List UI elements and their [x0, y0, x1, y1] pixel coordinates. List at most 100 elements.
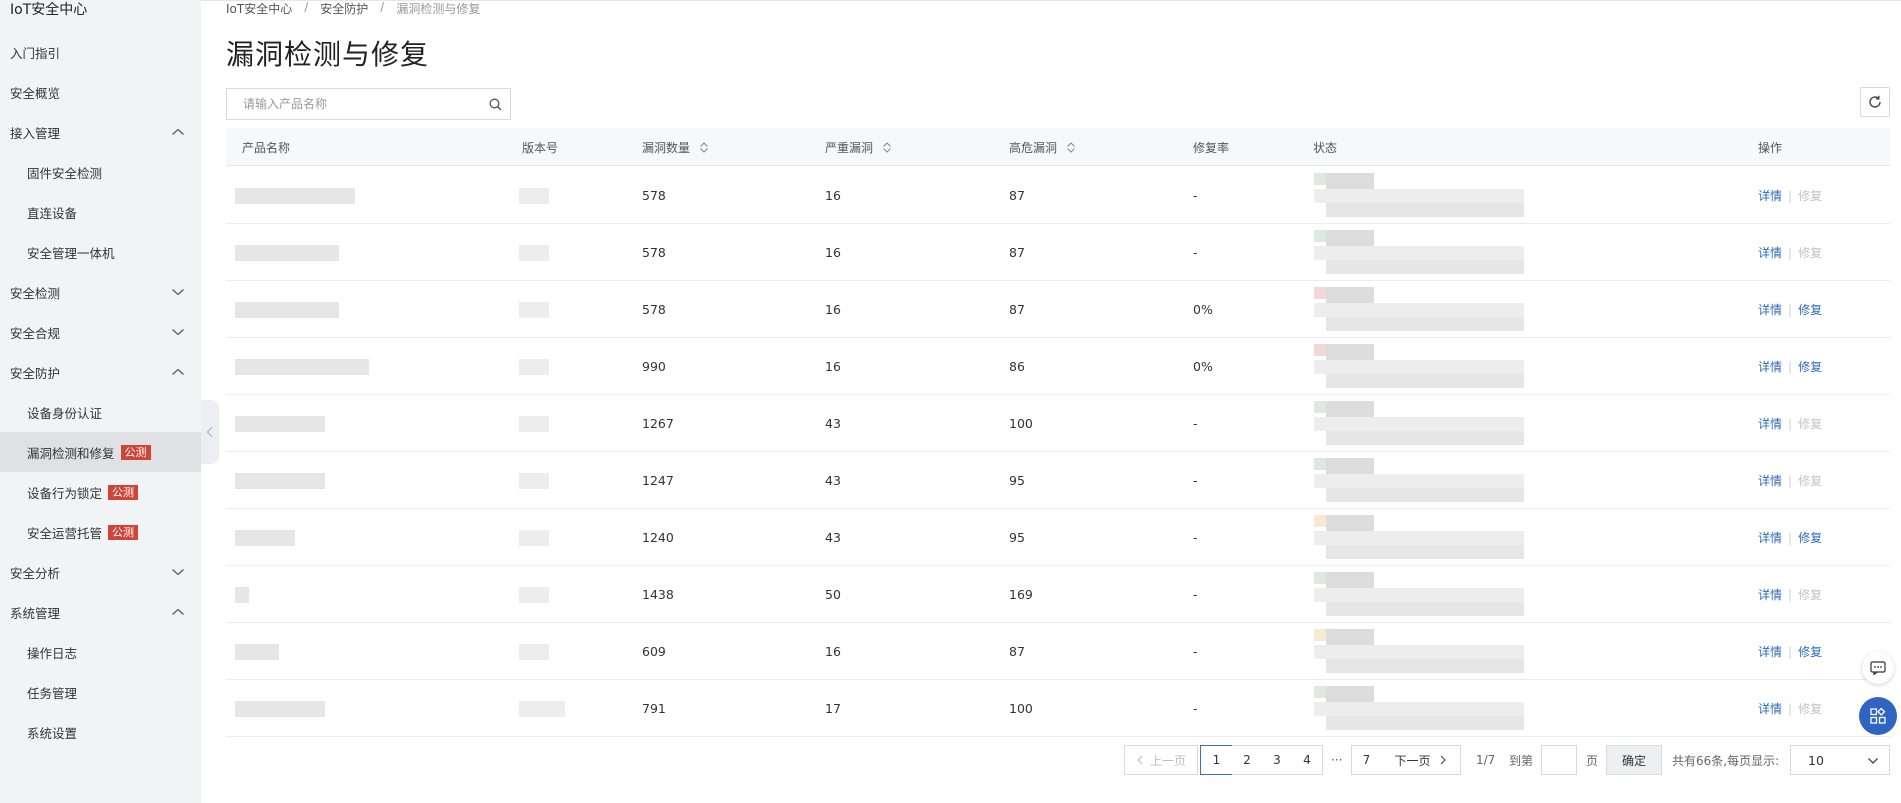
status-redacted-block — [1326, 515, 1374, 531]
sidebar-item[interactable]: 系统管理 — [0, 592, 201, 632]
sidebar-item[interactable]: 入门指引 — [0, 32, 201, 72]
sidebar-item[interactable]: 任务管理 — [0, 672, 201, 712]
page-button[interactable]: 3 — [1262, 745, 1293, 775]
status-redacted-block — [1314, 417, 1524, 431]
detail-link[interactable]: 详情 — [1758, 529, 1782, 546]
sort-icon[interactable] — [883, 141, 891, 153]
sidebar-item[interactable]: 漏洞检测和修复 公测 — [0, 432, 201, 472]
detail-link[interactable]: 详情 — [1758, 187, 1782, 204]
sidebar-item[interactable]: 设备行为锁定 公测 — [0, 472, 201, 512]
detail-link[interactable]: 详情 — [1758, 472, 1782, 489]
detail-link[interactable]: 详情 — [1758, 643, 1782, 660]
sidebar-item-label: 接入管理 — [10, 125, 61, 141]
sidebar-item[interactable]: 系统设置 — [0, 712, 201, 752]
cell-vuln-count: 1438 — [642, 587, 674, 602]
page-button[interactable]: 4 — [1292, 745, 1323, 775]
goto-confirm-button[interactable]: 确定 — [1606, 745, 1662, 775]
sort-icon[interactable] — [700, 141, 708, 153]
detail-link[interactable]: 详情 — [1758, 415, 1782, 432]
sidebar-item-label: 安全合规 — [10, 325, 61, 341]
status-redacted-block — [1314, 531, 1524, 545]
beta-badge: 公测 — [120, 444, 151, 460]
status-redacted-block — [1326, 203, 1524, 217]
fix-link[interactable]: 修复 — [1798, 529, 1822, 546]
sidebar-collapse-button[interactable] — [201, 400, 219, 464]
sidebar-item[interactable]: 安全检测 — [0, 272, 201, 312]
sidebar-item[interactable]: 安全分析 — [0, 552, 201, 592]
status-redacted-block — [1326, 629, 1374, 645]
sort-icon[interactable] — [1067, 141, 1075, 153]
chevron-down-icon — [1868, 758, 1878, 764]
fix-link: 修复 — [1798, 246, 1823, 260]
page-ellipsis[interactable]: ··· — [1331, 745, 1342, 775]
cell-fix-rate: - — [1193, 644, 1198, 659]
detail-link[interactable]: 详情 — [1758, 586, 1782, 603]
search-input[interactable] — [227, 89, 480, 119]
status-redacted-block — [1314, 629, 1326, 641]
sidebar-item[interactable]: 安全概览 — [0, 72, 201, 112]
column-header-critical[interactable]: 严重漏洞 — [825, 128, 891, 166]
refresh-button[interactable] — [1860, 87, 1890, 117]
product-name-redacted — [235, 188, 355, 204]
product-name-redacted — [235, 701, 325, 717]
sidebar-item[interactable]: 安全合规 — [0, 312, 201, 352]
page-button[interactable]: 2 — [1232, 745, 1263, 775]
table-row: 1247 43 95 - 详情 | 修复 — [226, 452, 1890, 509]
status-redacted-block — [1314, 189, 1524, 203]
sidebar: IoT安全中心 入门指引 安全概览 接入管理 固件安全检测 直连设备 安全管理一体机 安全检… — [0, 0, 201, 803]
detail-link[interactable]: 详情 — [1758, 358, 1782, 375]
row-actions: 详情 | 修复 — [1758, 680, 1822, 737]
sidebar-item-label: 安全防护 — [10, 365, 61, 381]
detail-link[interactable]: 详情 — [1758, 700, 1782, 717]
fix-link[interactable]: 修复 — [1798, 301, 1822, 318]
sidebar-item[interactable]: 固件安全检测 — [0, 152, 201, 192]
sidebar-item[interactable]: 操作日志 — [0, 632, 201, 672]
detail-link[interactable]: 详情 — [1758, 244, 1782, 261]
chat-button[interactable] — [1862, 652, 1894, 684]
page-button[interactable]: 1 — [1200, 745, 1233, 775]
breadcrumb-item[interactable]: IoT安全中心 — [226, 0, 292, 17]
chevron-up-icon — [172, 368, 184, 375]
next-page-button[interactable]: 下一页 — [1381, 745, 1461, 775]
cell-high: 100 — [1009, 416, 1033, 431]
table-row: 578 16 87 0% 详情 | 修复 — [226, 281, 1890, 338]
search-icon[interactable] — [480, 89, 510, 119]
product-name-redacted — [235, 644, 279, 660]
page-size-select[interactable]: 10 — [1790, 745, 1890, 775]
table-row: 791 17 100 - 详情 | 修复 — [226, 680, 1890, 737]
fix-link[interactable]: 修复 — [1798, 643, 1822, 660]
fix-link[interactable]: 修复 — [1798, 358, 1822, 375]
sidebar-item[interactable]: 设备身份认证 — [0, 392, 201, 432]
product-name-redacted — [235, 416, 325, 432]
prev-page-button[interactable]: 上一页 — [1124, 745, 1198, 775]
sidebar-item-label: 安全概览 — [10, 85, 61, 101]
column-header-vuln-count[interactable]: 漏洞数量 — [642, 128, 708, 166]
action-separator: | — [1788, 587, 1793, 602]
sidebar-item-label: 任务管理 — [27, 685, 78, 701]
detail-link[interactable]: 详情 — [1758, 301, 1782, 318]
version-redacted — [519, 245, 549, 261]
status-redacted-block — [1314, 401, 1326, 413]
page-button[interactable]: 7 — [1351, 745, 1382, 775]
status-redacted — [1314, 629, 1524, 675]
sidebar-item[interactable]: 安全防护 — [0, 352, 201, 392]
goto-page-input[interactable] — [1542, 746, 1576, 774]
sidebar-item[interactable]: 安全管理一体机 — [0, 232, 201, 272]
cell-vuln-count: 791 — [642, 701, 666, 716]
column-header-high[interactable]: 高危漏洞 — [1009, 128, 1075, 166]
version-redacted — [519, 701, 565, 717]
sidebar-item[interactable]: 直连设备 — [0, 192, 201, 232]
chevron-left-icon — [1137, 755, 1143, 765]
apps-button[interactable] — [1859, 697, 1897, 735]
product-name-redacted — [235, 245, 339, 261]
column-header-name: 产品名称 — [242, 140, 291, 155]
sidebar-item[interactable]: 接入管理 — [0, 112, 201, 152]
sidebar-item[interactable]: 安全运营托管 公测 — [0, 512, 201, 552]
row-actions: 详情 | 修复 — [1758, 509, 1822, 566]
breadcrumb-item[interactable]: 安全防护 — [320, 0, 368, 17]
cell-high: 87 — [1009, 644, 1025, 659]
pagination-summary: 共有66条,每页显示: — [1672, 753, 1780, 768]
cell-critical: 17 — [825, 701, 841, 716]
goto-page-field — [1541, 745, 1577, 775]
status-redacted-block — [1326, 230, 1374, 246]
